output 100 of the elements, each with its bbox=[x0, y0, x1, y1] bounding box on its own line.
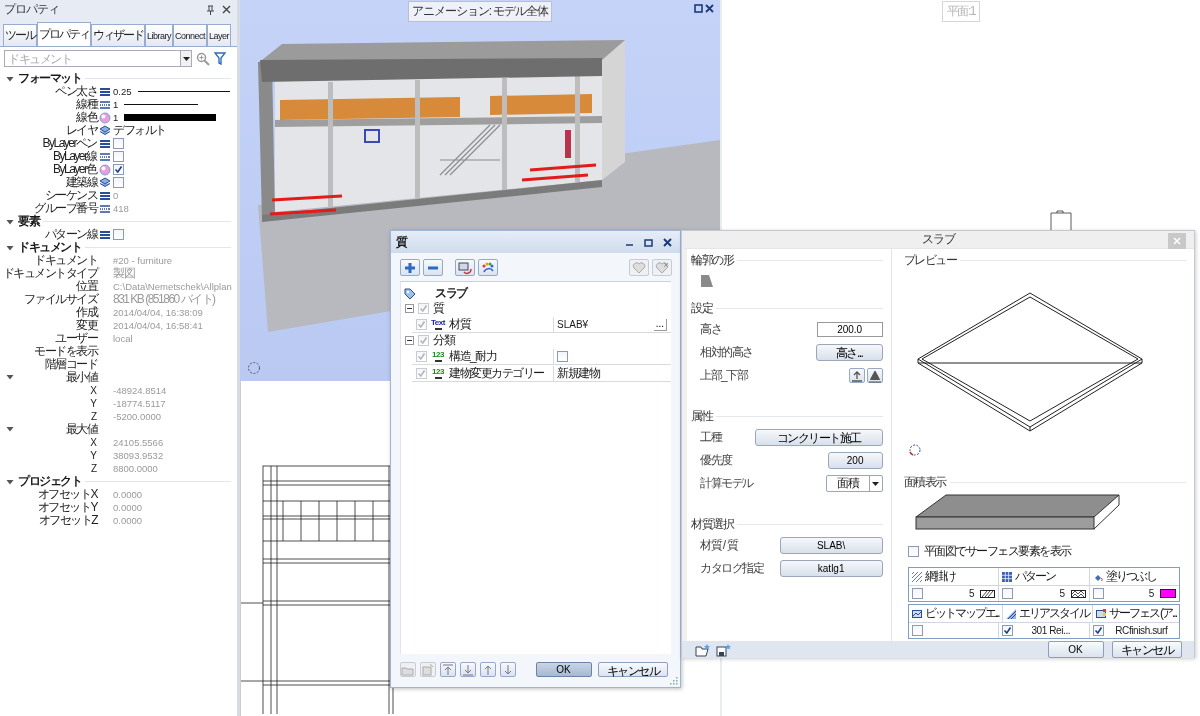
column-header[interactable]: エリアスタイル bbox=[1002, 605, 1093, 623]
rotate-icon[interactable] bbox=[907, 443, 922, 457]
ok-button[interactable]: OK bbox=[1047, 641, 1104, 658]
checkbox[interactable] bbox=[1092, 625, 1104, 636]
browse-button[interactable]: ... bbox=[653, 318, 667, 331]
cancel-button[interactable]: キャンセル bbox=[597, 662, 668, 677]
filter-icon[interactable] bbox=[214, 52, 226, 65]
checkbox[interactable] bbox=[418, 303, 429, 314]
arrow-down-bar-icon bbox=[461, 662, 475, 677]
close-icon[interactable] bbox=[222, 5, 231, 14]
tab[interactable]: Library bbox=[145, 24, 173, 46]
tree-label: 質 bbox=[433, 300, 444, 317]
property-value: 0.0000 bbox=[113, 501, 143, 514]
checkbox[interactable] bbox=[907, 546, 919, 557]
minus-icon bbox=[406, 337, 413, 344]
field-label: 上部_下部 bbox=[700, 367, 748, 384]
checkbox[interactable] bbox=[1002, 588, 1014, 599]
dropdown-button[interactable] bbox=[180, 50, 192, 67]
move-up-button[interactable] bbox=[480, 662, 496, 677]
tab[interactable]: ツール bbox=[3, 24, 37, 46]
field-button[interactable]: SLAB\ bbox=[779, 537, 883, 554]
outline-shape-icon[interactable] bbox=[700, 274, 714, 288]
property-label: 線色 bbox=[76, 111, 97, 124]
close-icon[interactable] bbox=[705, 4, 714, 13]
favorite-remove-button[interactable] bbox=[652, 259, 672, 276]
dropdown[interactable]: 面積 bbox=[825, 475, 883, 492]
tab[interactable]: Connect bbox=[173, 24, 208, 46]
window-arrow-icon bbox=[458, 260, 472, 275]
checkbox[interactable] bbox=[113, 151, 124, 162]
expand-toggle[interactable] bbox=[405, 304, 414, 313]
top-edge-button[interactable] bbox=[848, 368, 865, 383]
field-button[interactable]: コンクリート施工 bbox=[754, 429, 883, 446]
view-title: アニメーション: モデル全体 bbox=[407, 1, 553, 22]
expand-toggle-icon[interactable] bbox=[6, 74, 14, 83]
palette-button[interactable] bbox=[478, 259, 498, 276]
checkbox[interactable] bbox=[1092, 588, 1104, 599]
checkbox[interactable] bbox=[911, 588, 923, 599]
maximize-icon[interactable] bbox=[644, 237, 653, 247]
orbit-icon[interactable] bbox=[247, 361, 261, 375]
remove-button[interactable] bbox=[423, 259, 443, 276]
checkbox[interactable] bbox=[557, 351, 568, 362]
bottom-edge-button[interactable] bbox=[866, 368, 883, 383]
field-button[interactable]: 高さ... bbox=[815, 344, 883, 361]
checkbox[interactable] bbox=[113, 229, 124, 240]
cancel-button[interactable]: キャンセル bbox=[1111, 641, 1182, 658]
save-favorite-icon[interactable] bbox=[716, 642, 732, 657]
checkbox[interactable] bbox=[911, 625, 923, 636]
resize-grip-icon[interactable] bbox=[670, 677, 678, 685]
property-label: レイヤ bbox=[65, 124, 97, 137]
maximize-icon[interactable] bbox=[694, 4, 703, 13]
ok-button[interactable]: OK bbox=[535, 662, 592, 677]
document-icon bbox=[421, 662, 435, 677]
group-title: 面積表示 bbox=[903, 473, 946, 491]
expand-toggle-icon[interactable] bbox=[6, 243, 14, 252]
field-button[interactable]: katlg1 bbox=[779, 560, 883, 577]
property-label: 建築線 bbox=[65, 176, 97, 189]
tab[interactable]: Layer bbox=[207, 24, 232, 46]
property-label: オフセットZ bbox=[38, 514, 97, 527]
property-label: 変更 bbox=[76, 319, 97, 332]
checkbox[interactable] bbox=[113, 164, 124, 175]
property-value: 製図 bbox=[113, 267, 134, 280]
height-field[interactable]: 200.0 bbox=[816, 322, 883, 337]
property-label: 位置 bbox=[76, 280, 97, 293]
checkbox[interactable] bbox=[416, 319, 427, 330]
type-badge: Text bbox=[429, 319, 447, 330]
column-header[interactable]: 網掛け bbox=[908, 568, 1000, 586]
pin-icon[interactable] bbox=[206, 4, 215, 15]
view-title: 平面:1 bbox=[942, 1, 980, 22]
checkbox[interactable] bbox=[418, 335, 429, 346]
field-button[interactable]: 200 bbox=[827, 452, 883, 469]
column-header[interactable]: パターン bbox=[999, 568, 1090, 586]
cell-value: 5 bbox=[967, 588, 976, 599]
expand-toggle-icon[interactable] bbox=[6, 217, 14, 226]
add-button[interactable] bbox=[400, 259, 420, 276]
expand-toggle[interactable] bbox=[405, 336, 414, 345]
checkbox[interactable] bbox=[416, 351, 427, 362]
tab[interactable]: ウィザード bbox=[91, 24, 145, 46]
expand-toggle-icon[interactable] bbox=[6, 425, 14, 433]
section-title: プロジェクト bbox=[18, 473, 81, 489]
checkbox[interactable] bbox=[416, 368, 427, 379]
group-title: 設定 bbox=[691, 299, 712, 317]
checkbox[interactable] bbox=[1002, 625, 1014, 636]
tab[interactable]: プロパティ bbox=[37, 22, 91, 46]
import-button[interactable] bbox=[455, 259, 475, 276]
search-field[interactable]: ドキュメント bbox=[4, 50, 180, 67]
close-icon[interactable] bbox=[663, 237, 672, 247]
property-value: -18774.5117 bbox=[113, 397, 166, 410]
move-bottom-button[interactable] bbox=[460, 662, 476, 677]
column-header[interactable]: 塗りつぶし bbox=[1089, 568, 1179, 586]
column-header[interactable]: サーフェス (ア... bbox=[1092, 605, 1179, 623]
move-top-button[interactable] bbox=[440, 662, 456, 677]
open-favorite-icon[interactable] bbox=[695, 642, 711, 657]
property-value: 2014/04/04, 16:58:41 bbox=[113, 319, 203, 332]
column-header[interactable]: ビットマップエ... bbox=[908, 605, 1003, 623]
move-down-button[interactable] bbox=[500, 662, 516, 677]
checkbox[interactable] bbox=[113, 177, 124, 188]
property-value: 38093.9532 bbox=[113, 449, 164, 462]
checkbox[interactable] bbox=[113, 138, 124, 149]
expand-toggle-icon[interactable] bbox=[6, 373, 14, 381]
expand-toggle-icon[interactable] bbox=[6, 477, 14, 486]
